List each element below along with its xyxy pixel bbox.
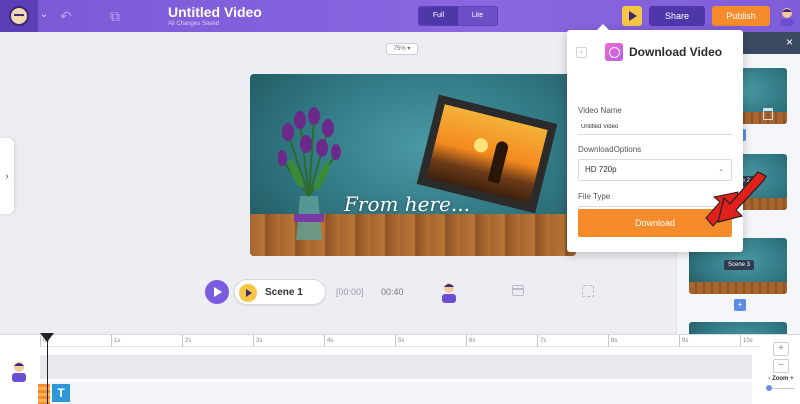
scene-selector[interactable]: Scene 1 <box>234 279 326 305</box>
text-track-handle[interactable] <box>38 384 50 404</box>
tick-label: 10s <box>740 335 753 347</box>
text-track[interactable] <box>40 382 752 404</box>
close-icon[interactable]: × <box>786 35 793 49</box>
canvas-zoom-select[interactable]: 75% ▾ <box>386 43 418 55</box>
tick-label: 8s <box>608 335 617 347</box>
redo-icon[interactable]: ⧉ <box>110 8 120 25</box>
add-scene-button[interactable]: + <box>734 299 746 311</box>
couple-silhouette <box>487 140 510 184</box>
tulip-vase-image[interactable] <box>278 104 342 244</box>
user-avatar[interactable] <box>778 6 796 26</box>
tick-label: 9s <box>679 335 688 347</box>
play-scene-button[interactable] <box>239 284 257 302</box>
tick-label: 2s <box>182 335 191 347</box>
scene-canvas[interactable]: From here... <box>250 74 576 256</box>
scene-text[interactable]: From here... <box>344 192 470 216</box>
sunset-photo <box>426 104 548 204</box>
zoom-plus-label[interactable]: + <box>790 376 794 382</box>
annotation-arrow <box>705 171 767 227</box>
project-title-block: Untitled Video All Changes Saved <box>168 4 262 27</box>
toggle-full[interactable]: Full <box>419 7 458 25</box>
share-button[interactable]: Share <box>649 6 705 26</box>
tick-label: 5s <box>395 335 404 347</box>
thumb-floor <box>689 282 787 294</box>
preview-play-button[interactable] <box>622 6 642 26</box>
scene-label: Scene 1 <box>265 287 303 298</box>
text-item-badge[interactable]: T <box>52 384 70 402</box>
tick-label: 4s <box>324 335 333 347</box>
video-name-input[interactable] <box>578 119 732 135</box>
total-duration[interactable]: 00:40 <box>381 287 404 297</box>
app-logo[interactable] <box>0 0 38 32</box>
mode-toggle[interactable]: Full Lite <box>418 6 498 26</box>
project-title[interactable]: Untitled Video <box>168 4 262 20</box>
timeline-zoom-control: + − - Zoom + <box>766 342 796 402</box>
zoom-label: - Zoom + <box>766 376 796 382</box>
timeline-ruler[interactable]: 0s 1s 2s 3s 4s 5s 6s 7s 8s 9s 10s <box>40 335 760 347</box>
zoom-label-text: Zoom <box>772 376 789 382</box>
save-status: All Changes Saved <box>168 21 220 27</box>
left-panel-toggle[interactable]: › <box>0 138 14 214</box>
zoom-minus-label[interactable]: - <box>768 376 770 382</box>
chevron-right-icon: › <box>5 170 9 182</box>
trash-icon[interactable] <box>763 108 773 120</box>
fit-screen-icon[interactable] <box>582 285 594 297</box>
playhead[interactable] <box>47 338 48 404</box>
chevron-down-icon[interactable]: ⌄ <box>40 9 48 20</box>
scene-thumbnail-4[interactable] <box>689 322 787 334</box>
back-button[interactable]: ‹ <box>576 47 587 58</box>
tick-label: 6s <box>466 335 475 347</box>
popup-title: Download Video <box>629 45 723 59</box>
publish-button[interactable]: Publish <box>712 6 770 26</box>
tick-label: 1s <box>111 335 120 347</box>
top-bar: ⌄ ↶ ⧉ Untitled Video All Changes Saved F… <box>0 0 800 32</box>
zoom-out-button[interactable]: − <box>773 359 789 373</box>
toggle-lite[interactable]: Lite <box>458 7 497 25</box>
zoom-slider[interactable] <box>766 384 796 392</box>
logo-face-icon <box>9 6 29 26</box>
undo-icon[interactable]: ↶ <box>60 8 72 25</box>
download-options-label: DownloadOptions <box>578 145 642 154</box>
scene-thumbnail-label: Scene 3 <box>724 260 755 270</box>
zoom-slider-knob[interactable] <box>766 385 772 391</box>
download-video-icon <box>605 43 623 61</box>
character-track-icon <box>12 362 26 382</box>
current-time: [00:00] <box>336 287 364 297</box>
character-icon[interactable] <box>440 281 458 303</box>
tick-label: 7s <box>537 335 546 347</box>
play-all-button[interactable] <box>205 280 229 304</box>
character-track[interactable] <box>40 355 752 379</box>
download-option-value: HD 720p <box>585 165 617 174</box>
playhead-handle[interactable] <box>40 333 54 342</box>
background-icon[interactable] <box>512 285 524 296</box>
file-type-label: File Type <box>578 192 611 201</box>
zoom-in-button[interactable]: + <box>773 342 789 356</box>
tick-label: 3s <box>253 335 262 347</box>
video-name-label: Video Name <box>578 106 622 115</box>
